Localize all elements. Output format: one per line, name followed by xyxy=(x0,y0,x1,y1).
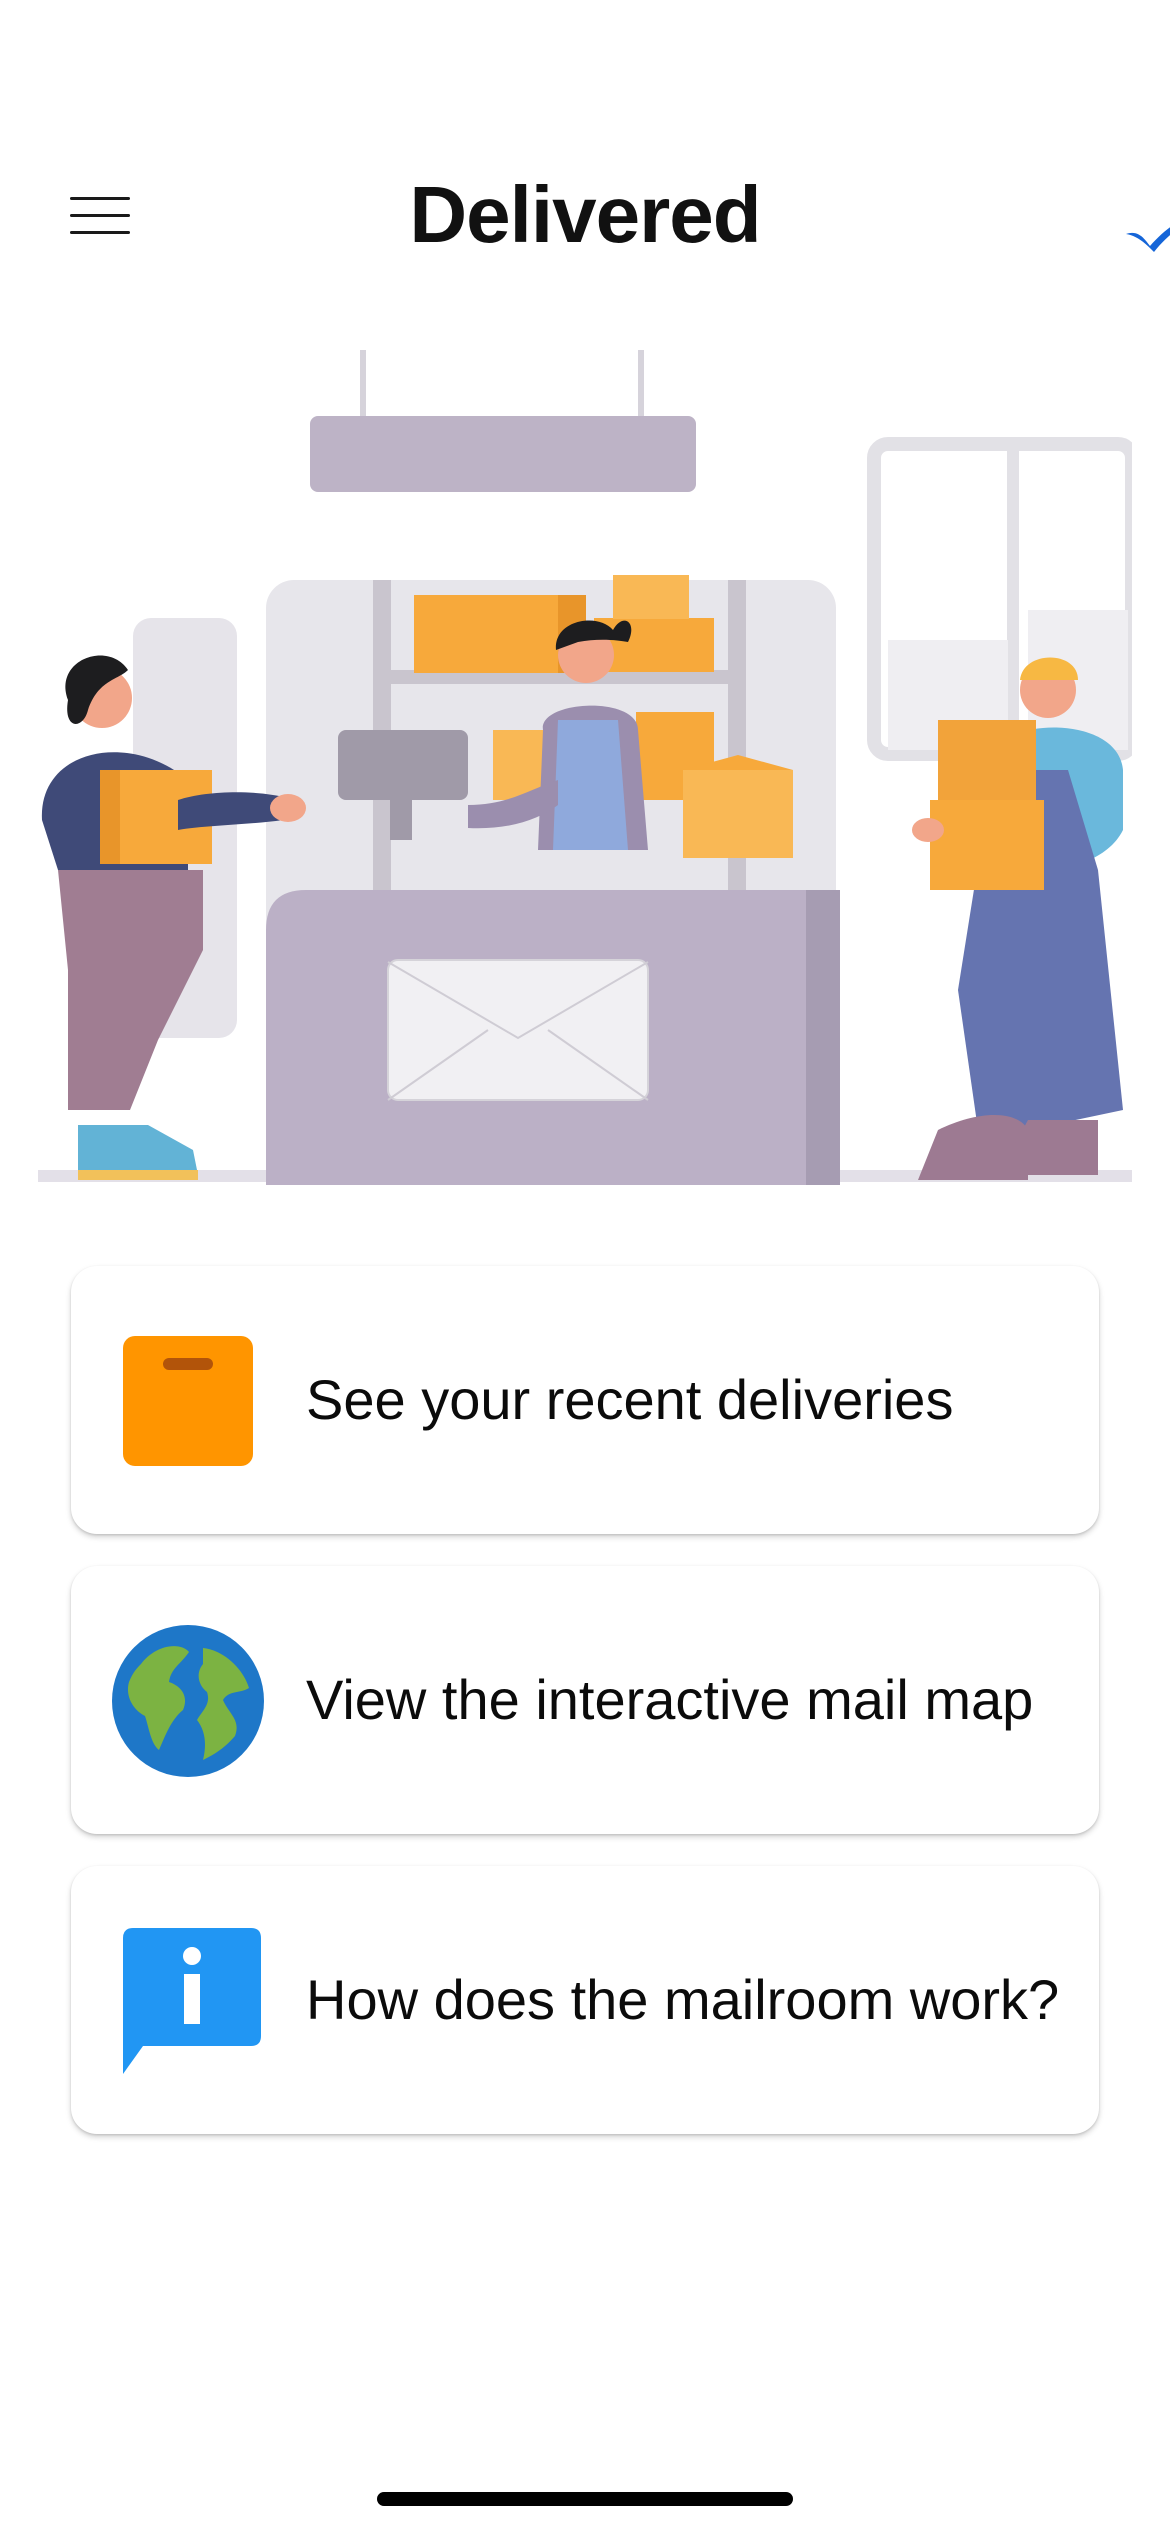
checkmark-icon xyxy=(1126,227,1170,252)
mailroom-illustration xyxy=(38,350,1132,1185)
app-logo: Delivered xyxy=(0,160,1170,270)
mail-map-card[interactable]: View the interactive mail map xyxy=(71,1566,1099,1834)
recent-deliveries-label: See your recent deliveries xyxy=(306,1368,954,1431)
mailroom-info-card[interactable]: How does the mailroom work? xyxy=(71,1866,1099,2134)
home-indicator[interactable] xyxy=(377,2492,793,2506)
mail-map-label: View the interactive mail map xyxy=(306,1668,1034,1731)
app-title: Delivered xyxy=(409,170,761,259)
package-icon xyxy=(123,1336,253,1466)
mailroom-info-label: How does the mailroom work? xyxy=(306,1968,1060,2031)
globe-icon xyxy=(112,1625,264,1777)
recent-deliveries-card[interactable]: See your recent deliveries xyxy=(71,1266,1099,1534)
info-icon xyxy=(123,1928,261,2074)
